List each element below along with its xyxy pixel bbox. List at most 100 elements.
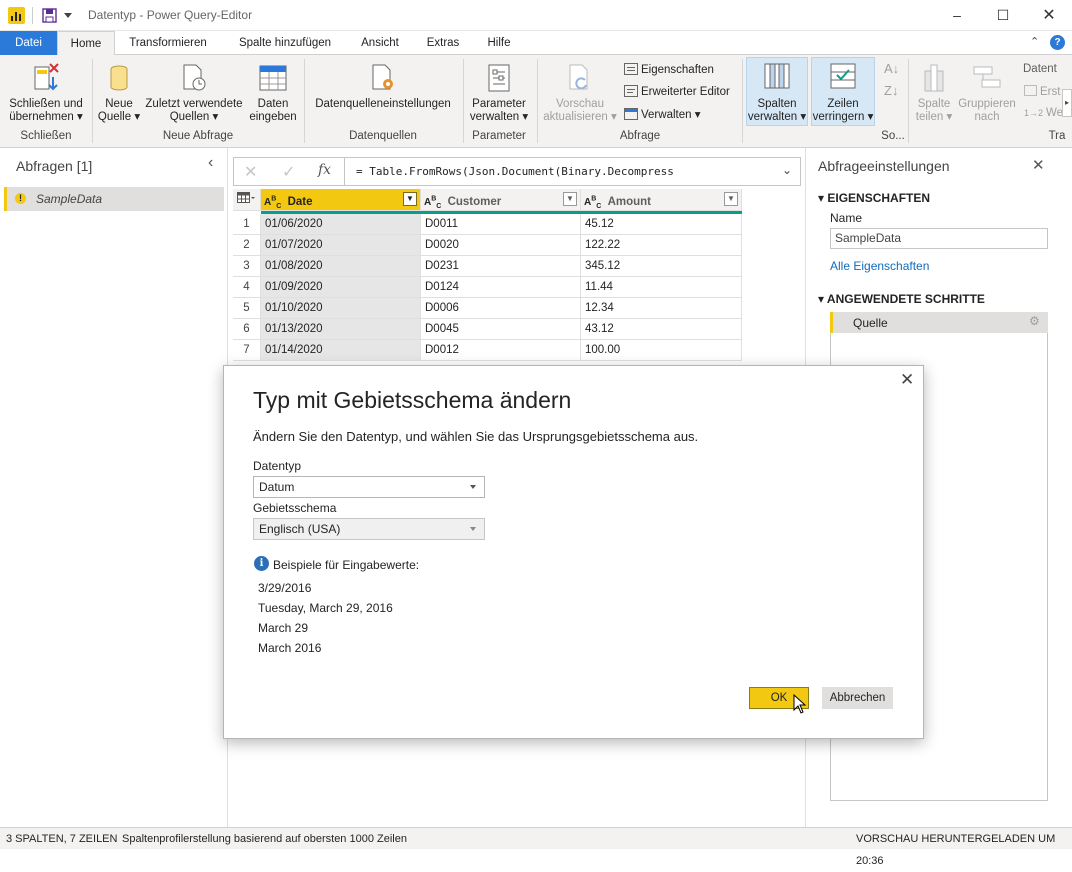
close-window-button[interactable]: ✕ <box>1026 0 1072 31</box>
collapse-ribbon-icon[interactable]: ⌃ <box>1030 35 1039 48</box>
chevron-down-icon <box>470 485 476 489</box>
data-source-settings-button[interactable]: Datenquelleneinstellungen <box>308 59 458 125</box>
close-dialog-button[interactable]: ✕ <box>900 370 914 390</box>
table-cell-customer[interactable]: D0231 <box>421 256 581 277</box>
advanced-editor-button[interactable]: Erweiterter Editor <box>624 85 730 98</box>
table-cell-customer[interactable]: D0045 <box>421 319 581 340</box>
tab-tools[interactable]: Extras <box>418 31 468 55</box>
table-cell-customer[interactable]: D0124 <box>421 277 581 298</box>
status-profiling[interactable]: Spaltenprofilerstellung basierend auf ob… <box>122 828 407 850</box>
first-row-header-label: Erst <box>1040 86 1061 98</box>
column-header-amount[interactable]: ABC Amount ▼ <box>581 189 742 211</box>
table-cell-date[interactable]: 01/14/2020 <box>261 340 421 361</box>
tab-view[interactable]: Ansicht <box>352 31 408 55</box>
tab-transform[interactable]: Transformieren <box>122 31 214 55</box>
sort-descending-icon[interactable]: Z↓ <box>884 83 898 98</box>
manage-parameters-button[interactable]: Parameter verwalten ▾ <box>467 59 531 125</box>
table-cell-amount[interactable]: 100.00 <box>581 340 742 361</box>
row-number[interactable]: 5 <box>233 298 261 319</box>
table-cell-date[interactable]: 01/13/2020 <box>261 319 421 340</box>
datatype-button[interactable]: Datent <box>1023 63 1057 75</box>
expand-formula-icon[interactable]: ⌄ <box>782 163 792 177</box>
group-by-button[interactable]: Gruppieren nach <box>956 59 1018 125</box>
datatype-dropdown[interactable]: Datum <box>253 476 485 498</box>
table-cell-customer[interactable]: D0006 <box>421 298 581 319</box>
split-column-button[interactable]: Spalte teilen ▾ <box>912 59 956 125</box>
warning-icon: ! <box>15 193 26 204</box>
manage-button[interactable]: Verwalten ▾ <box>624 107 700 121</box>
close-query-settings-icon[interactable]: ✕ <box>1032 156 1045 174</box>
ribbon-scroll-right-button[interactable]: ▸ <box>1062 89 1072 117</box>
properties-button[interactable]: Eigenschaften <box>624 63 714 76</box>
tab-file[interactable]: Datei <box>0 31 57 55</box>
manage-columns-icon <box>764 63 790 89</box>
table-cell-customer[interactable]: D0012 <box>421 340 581 361</box>
table-cell-customer[interactable]: D0011 <box>421 214 581 235</box>
column-title: Customer <box>447 196 502 209</box>
column-header-customer[interactable]: ABC Customer ▼ <box>421 189 581 211</box>
table-cell-amount[interactable]: 12.34 <box>581 298 742 319</box>
example-value: 3/29/2016 <box>258 581 312 595</box>
table-cell-amount[interactable]: 11.44 <box>581 277 742 298</box>
reduce-rows-button[interactable]: Zeilen verringern ▾ <box>811 57 875 126</box>
new-source-button[interactable]: Neue Quelle ▾ <box>96 59 142 125</box>
dialog-title: Typ mit Gebietsschema ändern <box>253 387 572 413</box>
row-number[interactable]: 6 <box>233 319 261 340</box>
maximize-button[interactable]: ☐ <box>980 0 1026 31</box>
table-cell-amount[interactable]: 43.12 <box>581 319 742 340</box>
save-icon[interactable] <box>42 8 57 23</box>
enter-data-button[interactable]: Daten eingeben <box>246 59 300 125</box>
table-cell-amount[interactable]: 122.22 <box>581 235 742 256</box>
replace-values-button[interactable]: 1→2 We <box>1024 107 1063 119</box>
table-cell-amount[interactable]: 345.12 <box>581 256 742 277</box>
row-number[interactable]: 3 <box>233 256 261 277</box>
table-cell-date[interactable]: 01/09/2020 <box>261 277 421 298</box>
help-icon[interactable]: ? <box>1050 35 1065 50</box>
refresh-preview-label-1: Vorschau <box>556 98 604 110</box>
split-column-label-1: Spalte <box>917 98 951 110</box>
table-cell-customer[interactable]: D0020 <box>421 235 581 256</box>
tab-help[interactable]: Hilfe <box>478 31 520 55</box>
tab-add-column[interactable]: Spalte hinzufügen <box>226 31 344 55</box>
examples-label: Beispiele für Eingabewerte: <box>273 558 420 572</box>
row-number[interactable]: 4 <box>233 277 261 298</box>
refresh-preview-button[interactable]: Vorschau aktualisieren ▾ <box>540 59 620 125</box>
function-icon[interactable]: fx <box>318 162 331 178</box>
first-row-header-button[interactable]: Erst <box>1024 85 1060 98</box>
row-number[interactable]: 2 <box>233 235 261 256</box>
cancel-button[interactable]: Abbrechen <box>822 687 893 709</box>
sort-ascending-icon[interactable]: A↓ <box>884 61 899 76</box>
table-cell-date[interactable]: 01/10/2020 <box>261 298 421 319</box>
chevron-down-icon <box>470 527 476 531</box>
applied-steps-section-header[interactable]: ▾ ANGEWENDETE SCHRITTE <box>818 292 985 306</box>
applied-step-source[interactable]: Quelle ⚙ <box>830 312 1048 333</box>
table-cell-date[interactable]: 01/06/2020 <box>261 214 421 235</box>
row-number[interactable]: 1 <box>233 214 261 235</box>
cancel-formula-icon[interactable]: ✕ <box>244 162 257 182</box>
tab-home[interactable]: Home <box>57 31 115 56</box>
query-item-sampledata[interactable]: ! SampleData <box>4 187 224 211</box>
locale-dropdown[interactable]: Englisch (USA) <box>253 518 485 540</box>
table-menu-button[interactable] <box>233 189 261 211</box>
table-cell-amount[interactable]: 45.12 <box>581 214 742 235</box>
minimize-button[interactable]: – <box>934 0 980 31</box>
column-filter-button[interactable]: ▼ <box>403 192 417 206</box>
collapse-queries-pane-icon[interactable]: ‹ <box>208 154 213 172</box>
manage-columns-button[interactable]: Spalten verwalten ▾ <box>746 57 808 126</box>
commit-formula-icon[interactable]: ✓ <box>282 162 295 182</box>
row-number[interactable]: 7 <box>233 340 261 361</box>
step-settings-gear-icon[interactable]: ⚙ <box>1029 314 1040 328</box>
table-cell-date[interactable]: 01/07/2020 <box>261 235 421 256</box>
name-input[interactable]: SampleData <box>830 228 1048 249</box>
properties-section-header[interactable]: ▾ EIGENSCHAFTEN <box>818 191 930 205</box>
close-apply-button[interactable]: Schließen und übernehmen ▾ <box>4 59 88 125</box>
quick-access-dropdown-icon[interactable] <box>64 13 72 18</box>
ribbon-separator <box>92 59 93 143</box>
column-filter-button[interactable]: ▼ <box>563 192 577 206</box>
formula-input[interactable]: = Table.FromRows(Json.Document(Binary.De… <box>356 165 674 178</box>
recent-sources-button[interactable]: Zuletzt verwendete Quellen ▾ <box>144 59 244 125</box>
all-properties-link[interactable]: Alle Eigenschaften <box>830 259 929 273</box>
table-cell-date[interactable]: 01/08/2020 <box>261 256 421 277</box>
column-header-date[interactable]: ABC Date ▼ <box>261 189 421 211</box>
column-filter-button[interactable]: ▼ <box>724 192 738 206</box>
